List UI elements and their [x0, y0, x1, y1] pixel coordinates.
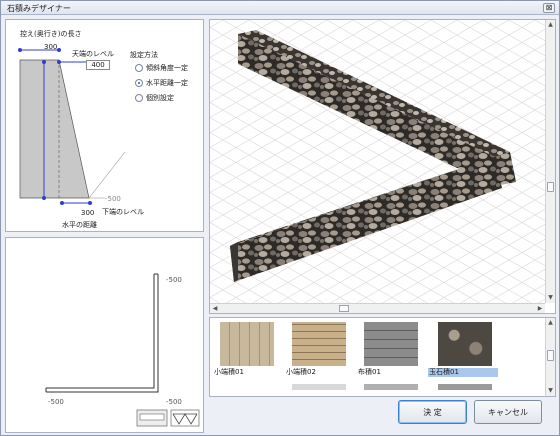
depth-handle-right: [57, 48, 61, 52]
cancel-button[interactable]: キャンセル: [474, 400, 542, 424]
plan-top-right-value: -500: [166, 276, 182, 284]
texture-library: 小端積01 小端積02 布積01 玉石積01 ▲ ▼: [209, 317, 556, 397]
close-button[interactable]: ⊠: [543, 3, 555, 13]
horizontal-handle-left: [60, 201, 64, 205]
option-slope-angle[interactable]: 傾斜角度一定: [135, 63, 188, 73]
option-slope-angle-label: 傾斜角度一定: [146, 64, 188, 72]
radio-horizontal-distance[interactable]: [135, 79, 143, 87]
viewport-horizontal-scrollbar[interactable]: ◀ ▶: [210, 303, 545, 313]
plan-bottom-left-value: -500: [48, 398, 64, 406]
window-title: 石積みデザイナー: [7, 4, 71, 13]
plan-wall-outer: [46, 274, 155, 389]
texture-thumb-kobazumi02[interactable]: [292, 322, 346, 366]
texture-label-tamaishizumi01[interactable]: 玉石積01: [428, 368, 498, 377]
plan-panel: -500 -500 -500: [5, 237, 204, 433]
texture-row2-thumb-3[interactable]: [438, 384, 492, 390]
texture-row2-thumb-1[interactable]: [292, 384, 346, 390]
texture-label-nunozumi01[interactable]: 布積01: [357, 368, 381, 377]
wall-view-icon-inner: [139, 413, 165, 421]
scroll-right-icon[interactable]: ▶: [535, 304, 545, 314]
slope-guide-line: [88, 151, 126, 199]
texture-thumb-kobazumi01[interactable]: [220, 322, 274, 366]
scroll-down-icon[interactable]: ▼: [546, 293, 555, 303]
option-individual-label: 個別設定: [146, 94, 174, 102]
option-individual[interactable]: 個別設定: [135, 93, 174, 103]
texture-row2-thumb-2[interactable]: [364, 384, 418, 390]
texture-scroll-thumb[interactable]: [547, 350, 554, 361]
height-handle-top: [42, 60, 46, 64]
option-horizontal-distance[interactable]: 水平距離一定: [135, 78, 188, 88]
texture-vertical-scrollbar[interactable]: ▲ ▼: [545, 318, 555, 396]
section-panel: 控え(奥行き)の長さ 300 天端のレベル 400 設定方法 高さ 900 -5…: [5, 19, 204, 232]
plan-bottom-right-value: -500: [166, 398, 182, 406]
texture-scroll-down-icon[interactable]: ▼: [546, 386, 555, 396]
ok-button[interactable]: 決 定: [398, 400, 467, 424]
horizontal-handle-right: [88, 201, 92, 205]
title-bar: 石積みデザイナー ⊠: [1, 1, 559, 15]
viewport-horizontal-thumb[interactable]: [339, 305, 349, 312]
top-level-handle: [57, 60, 61, 64]
radio-individual[interactable]: [135, 94, 143, 102]
depth-handle-left: [18, 48, 22, 52]
section-diagram: [18, 48, 126, 205]
scroll-up-icon[interactable]: ▲: [546, 20, 555, 30]
wall-section-shape: [19, 59, 90, 199]
viewport-3d[interactable]: ▲ ▼ ◀ ▶: [209, 19, 556, 314]
texture-label-kobazumi01[interactable]: 小端積01: [213, 368, 244, 377]
texture-label-kobazumi02[interactable]: 小端積02: [285, 368, 316, 377]
texture-scroll-up-icon[interactable]: ▲: [546, 318, 555, 328]
scroll-left-icon[interactable]: ◀: [210, 304, 220, 314]
viewport-vertical-thumb[interactable]: [547, 182, 554, 192]
height-handle-bottom: [42, 196, 46, 200]
plan-wall-inner: [46, 274, 159, 393]
radio-slope-angle[interactable]: [135, 64, 143, 72]
texture-thumb-tamaishizumi01[interactable]: [438, 322, 492, 366]
option-horizontal-distance-label: 水平距離一定: [146, 79, 188, 87]
texture-thumb-nunozumi01[interactable]: [364, 322, 418, 366]
viewport-canvas: [210, 20, 545, 303]
stone-wall-designer-window: 石積みデザイナー ⊠ 控え(奥行き)の長さ 300 天端のレベル 400 設定方…: [0, 0, 560, 436]
viewport-vertical-scrollbar[interactable]: ▲ ▼: [545, 20, 555, 303]
